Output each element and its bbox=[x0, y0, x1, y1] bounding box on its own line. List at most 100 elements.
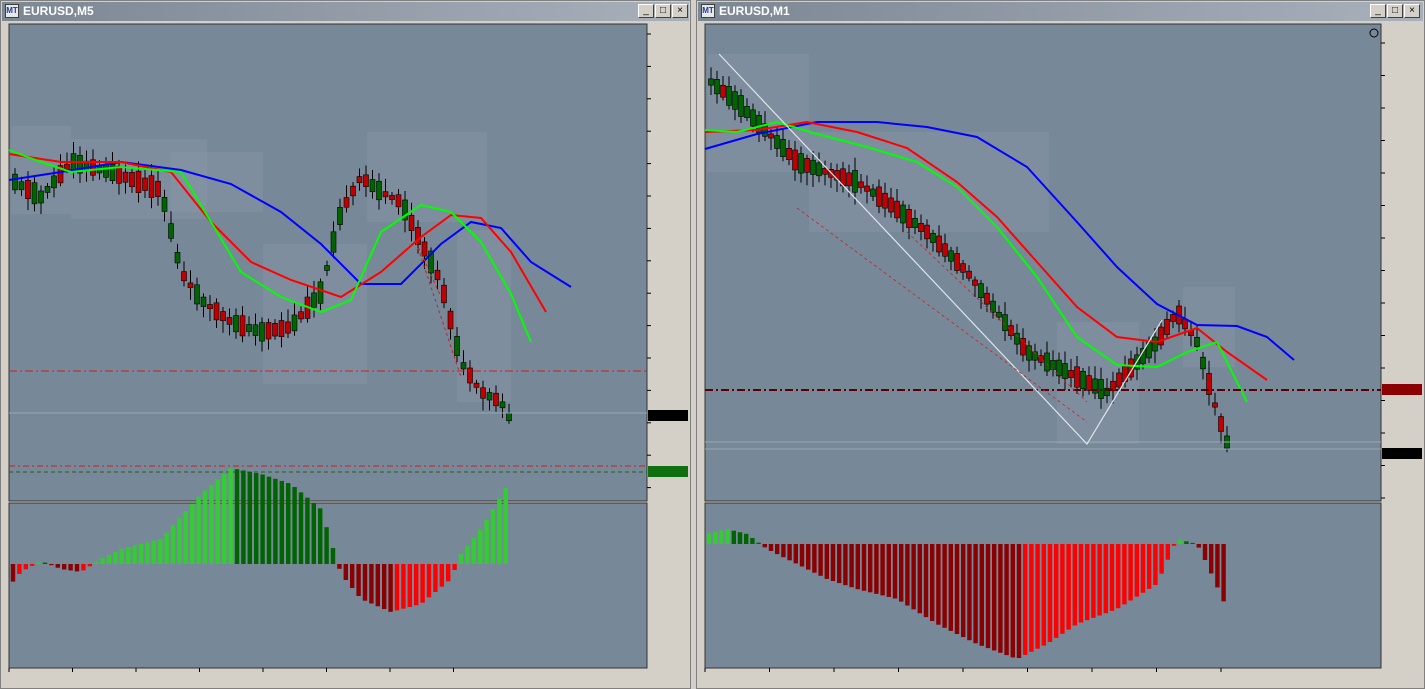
ao-bar bbox=[433, 564, 438, 592]
ao-bar bbox=[343, 564, 348, 580]
ao-bar bbox=[787, 544, 792, 561]
bull-candle bbox=[291, 314, 298, 332]
bear-candle bbox=[207, 304, 213, 310]
bull-candle bbox=[780, 138, 786, 158]
bear-candle bbox=[1086, 375, 1092, 391]
ao-bar bbox=[1066, 544, 1071, 630]
bear-candle bbox=[220, 311, 226, 322]
bear-candle bbox=[142, 177, 148, 191]
maximize-button[interactable]: □ bbox=[655, 4, 671, 18]
red-price-tag-bg bbox=[1382, 384, 1422, 395]
bear-candle bbox=[906, 209, 912, 228]
bear-candle bbox=[421, 241, 428, 257]
ao-bar bbox=[1029, 544, 1034, 652]
ao-bar bbox=[30, 564, 35, 566]
bull-candle bbox=[900, 204, 906, 224]
ao-bar bbox=[164, 532, 169, 564]
minimize-button[interactable]: _ bbox=[638, 4, 654, 18]
ao-bar bbox=[750, 538, 755, 544]
ao-bar bbox=[49, 564, 54, 566]
bull-candle bbox=[852, 170, 858, 193]
bull-candle bbox=[1044, 352, 1050, 372]
bear-candle bbox=[888, 197, 894, 213]
minimize-button[interactable]: _ bbox=[1370, 4, 1386, 18]
ao-bar bbox=[1060, 544, 1065, 634]
ao-bar bbox=[762, 544, 767, 548]
ao-bar bbox=[439, 564, 444, 587]
ao-bar bbox=[215, 479, 220, 564]
bear-candle bbox=[1068, 370, 1074, 378]
bull-candle bbox=[708, 78, 714, 86]
ao-bar bbox=[55, 564, 60, 568]
bull-candle bbox=[44, 186, 51, 193]
close-button[interactable]: × bbox=[1404, 4, 1420, 18]
bear-candle bbox=[213, 302, 220, 321]
ao-bar bbox=[1153, 544, 1158, 585]
ao-bar bbox=[849, 544, 854, 588]
bull-candle bbox=[930, 233, 936, 243]
ao-bar bbox=[1023, 544, 1028, 655]
bull-candle bbox=[200, 296, 207, 307]
chart-window-m1[interactable]: MT EURUSD,M1 _ □ × bbox=[696, 0, 1425, 689]
ao-bar bbox=[247, 471, 252, 564]
bear-candle bbox=[122, 171, 129, 183]
bear-candle bbox=[389, 195, 395, 200]
ao-bar bbox=[222, 473, 227, 564]
window-titlebar[interactable]: MT EURUSD,M1 _ □ × bbox=[698, 2, 1423, 21]
ao-bar bbox=[713, 531, 718, 544]
bear-candle bbox=[1122, 365, 1128, 383]
ao-bar bbox=[1178, 539, 1183, 544]
ao-bar bbox=[818, 544, 823, 576]
bear-candle bbox=[181, 271, 187, 282]
bear-candle bbox=[447, 310, 454, 330]
ao-bar bbox=[305, 497, 310, 564]
bull-candle bbox=[233, 315, 239, 333]
bear-candle bbox=[1218, 416, 1224, 432]
window-titlebar[interactable]: MT EURUSD,M5 _ □ × bbox=[2, 2, 689, 21]
ao-bar bbox=[1004, 544, 1009, 656]
ao-bar bbox=[446, 564, 451, 582]
bear-candle bbox=[846, 172, 852, 187]
bear-candle bbox=[285, 321, 291, 334]
ao-bar bbox=[1010, 544, 1015, 658]
ao-bar bbox=[905, 544, 910, 606]
maximize-button[interactable]: □ bbox=[1387, 4, 1403, 18]
ao-bar bbox=[68, 564, 73, 571]
ao-bar bbox=[23, 564, 28, 570]
bull-candle bbox=[726, 85, 732, 106]
bull-candle bbox=[486, 392, 493, 401]
ao-bar bbox=[113, 551, 118, 564]
bull-candle bbox=[1062, 363, 1068, 379]
bear-candle bbox=[1170, 314, 1176, 322]
bear-candle bbox=[226, 317, 233, 325]
ao-bar bbox=[793, 544, 798, 564]
ao-bar bbox=[10, 564, 16, 582]
bull-candle bbox=[194, 284, 200, 305]
close-button[interactable]: × bbox=[672, 4, 688, 18]
bear-candle bbox=[822, 168, 828, 175]
ao-bar bbox=[151, 540, 156, 564]
bull-candle bbox=[750, 109, 756, 127]
ao-bar bbox=[74, 564, 80, 572]
bull-candle bbox=[376, 180, 382, 201]
bear-candle bbox=[966, 270, 972, 279]
ao-bar bbox=[973, 544, 978, 644]
bull-candle bbox=[369, 179, 376, 193]
bull-candle bbox=[816, 162, 822, 177]
bear-candle bbox=[894, 200, 900, 219]
ao-bar bbox=[812, 544, 817, 573]
bear-candle bbox=[882, 192, 888, 209]
bear-candle bbox=[1206, 373, 1212, 395]
ao-bar bbox=[362, 564, 368, 601]
ao-bar bbox=[1097, 544, 1102, 616]
price-chart[interactable] bbox=[697, 22, 1424, 688]
ao-bar bbox=[414, 564, 419, 606]
ao-bar bbox=[1159, 544, 1164, 574]
ao-bar bbox=[1221, 544, 1226, 602]
current-price-tag-bg bbox=[648, 410, 688, 421]
ao-bar bbox=[979, 544, 984, 646]
price-chart[interactable] bbox=[1, 22, 690, 688]
ao-bar bbox=[923, 544, 929, 618]
chart-window-m5[interactable]: MT EURUSD,M5 _ □ × bbox=[0, 0, 691, 689]
ao-bar bbox=[1122, 544, 1127, 605]
